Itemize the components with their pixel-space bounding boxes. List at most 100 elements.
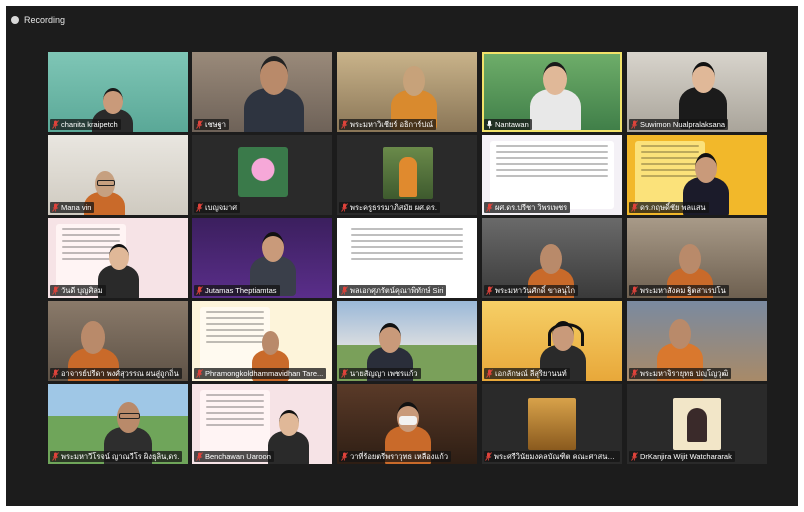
participant-nameplate: นายสัญญา เพชรแก้ว [339,368,421,379]
participant-nameplate: พระครูธรรมาภิสมัย ผศ.ดร. [339,202,441,213]
participant-nameplate: Nantawan [484,119,532,130]
mic-muted-icon [195,203,203,212]
participant-name: พระศรีวินัยมงคลบัณฑิต คณะศาสนาและปรั... [494,452,617,461]
participant-tile[interactable]: DrKanjira Wijit Watchararak [627,384,767,464]
participant-nameplate: Benchawan Uaroon [194,451,274,462]
mic-active-icon [485,120,493,129]
mic-muted-icon [195,120,203,129]
participant-name: พระมหาวิเชียร์ อธิการ์ปณ์ [350,120,434,129]
buddha-image [528,398,576,450]
participant-name: เอกลักษณ์ ลีสุริยานนท์ [495,369,567,378]
recording-dot-icon [11,16,19,24]
participant-tile[interactable]: พระมหาวิเชียร์ อธิการ์ปณ์ [337,52,477,132]
participant-name: ดร.กฤษดิ์ชัย พลแสน [640,203,706,212]
mic-muted-icon [485,452,492,461]
participant-name: พระมหาจิรายุทธ ปญฺโญวุฒิ [640,369,729,378]
participant-name: Benchawan Uaroon [205,452,271,461]
mic-muted-icon [485,286,493,295]
participant-name: เชษฐา [205,120,226,129]
participant-tile[interactable]: Mana vin [48,135,188,215]
participant-nameplate: DrKanjira Wijit Watchararak [629,451,735,462]
participant-name: เบญจมาศ [205,203,238,212]
mic-muted-icon [51,452,59,461]
participant-nameplate: พระมหาวีโรจน์ ญาณวีโร ผิงธุลิน,ดร. [50,451,183,462]
participant-nameplate: พระมหาวิเชียร์ อธิการ์ปณ์ [339,119,437,130]
participant-name: พระครูธรรมาภิสมัย ผศ.ดร. [350,203,438,212]
mic-muted-icon [51,120,59,129]
participant-nameplate: เชษฐา [194,119,229,130]
participant-name: พลเอกศุภรัตน์คุณาพิทักษ์ Siri [350,286,444,295]
participant-tile[interactable]: พระครูธรรมาภิสมัย ผศ.ดร. [337,135,477,215]
mic-muted-icon [340,452,348,461]
mic-muted-icon [630,120,638,129]
participant-nameplate: Jutamas Theptiamtas [194,285,280,296]
participant-tile[interactable]: พระมหาวีโรจน์ ญาณวีโร ผิงธุลิน,ดร. [48,384,188,464]
mic-muted-icon [51,203,59,212]
participant-name: วาที่ร้อยตรีพราวุทธ เหลืองแก้ว [350,452,449,461]
participant-tile[interactable]: วาที่ร้อยตรีพราวุทธ เหลืองแก้ว [337,384,477,464]
mic-muted-icon [195,286,203,295]
mic-muted-icon [195,369,203,378]
participant-nameplate: ดร.กฤษดิ์ชัย พลแสน [629,202,709,213]
mic-muted-icon [195,452,203,461]
mic-muted-icon [340,286,348,295]
participant-nameplate: Phramongkoldhammavidhan Tare... [194,368,327,379]
participant-nameplate: เบญจมาศ [194,202,241,213]
participant-tile[interactable]: พลเอกศุภรัตน์คุณาพิทักษ์ Siri [337,218,477,298]
participant-name: Suwimon Nualpralaksana [640,120,726,129]
mic-muted-icon [51,286,59,295]
participant-nameplate: เอกลักษณ์ ลีสุริยานนท์ [484,368,570,379]
participant-name: ผศ.ดร.ปรีชา วิพรเพชร [495,203,568,212]
participant-tile[interactable]: เชษฐา [192,52,332,132]
zoom-gallery-window: Recording chanita kraipetch เชษฐา พระมหาวิ… [6,6,798,506]
participant-nameplate: พระศรีวินัยมงคลบัณฑิต คณะศาสนาและปรั... [484,451,620,462]
participant-tile[interactable]: วันดี บุญศิลม [48,218,188,298]
participant-nameplate: วันดี บุญศิลม [50,285,106,296]
participant-tile[interactable]: Benchawan Uaroon [192,384,332,464]
participant-tile[interactable]: พระมหาจิรายุทธ ปญฺโญวุฒิ [627,301,767,381]
participant-name: DrKanjira Wijit Watchararak [640,452,732,461]
participant-tile[interactable]: พระมหาสังคม ฐิตสาเรปโน [627,218,767,298]
mic-muted-icon [630,203,638,212]
mic-muted-icon [340,203,348,212]
participant-tile[interactable]: เบญจมาศ [192,135,332,215]
participant-tile[interactable]: Phramongkoldhammavidhan Tare... [192,301,332,381]
lotus-image [238,147,288,197]
recording-label: Recording [24,15,66,25]
participant-tile[interactable]: Jutamas Theptiamtas [192,218,332,298]
participant-name: พระมหาวีโรจน์ ญาณวีโร ผิงธุลิน,ดร. [61,452,180,461]
shared-slide-thumbnail [200,390,270,458]
participant-tile[interactable]: ดร.กฤษดิ์ชัย พลแสน [627,135,767,215]
participant-nameplate: พระมหาวันศักดิ์ ขาลนุไก [484,285,579,296]
mic-muted-icon [51,369,59,378]
participant-nameplate: พลเอกศุภรัตน์คุณาพิทักษ์ Siri [339,285,447,296]
participant-tile[interactable]: เอกลักษณ์ ลีสุริยานนท์ [482,301,622,381]
participant-name: Mana vin [61,203,92,212]
participant-name: chanita kraipetch [61,120,118,129]
participant-nameplate: Suwimon Nualpralaksana [629,119,729,130]
participant-tile[interactable]: Suwimon Nualpralaksana [627,52,767,132]
mic-muted-icon [340,369,348,378]
participant-tile[interactable]: พระมหาวันศักดิ์ ขาลนุไก [482,218,622,298]
participant-tile[interactable]: พระศรีวินัยมงคลบัณฑิต คณะศาสนาและปรั... [482,384,622,464]
mic-muted-icon [630,286,638,295]
participant-nameplate: พระมหาสังคม ฐิตสาเรปโน [629,285,729,296]
shared-slide-thumbnail [490,141,614,209]
mic-muted-icon [485,369,493,378]
participant-nameplate: พระมหาจิรายุทธ ปญฺโญวุฒิ [629,368,732,379]
participant-name: อาจารย์ปรีดา พงศ์สุวรรณ ผนสู่ถูกถิ่น [61,369,179,378]
participant-name: Jutamas Theptiamtas [205,286,277,295]
participant-tile[interactable]: ผศ.ดร.ปรีชา วิพรเพชร [482,135,622,215]
shared-slide-thumbnail [345,224,469,292]
participant-tile[interactable]: นายสัญญา เพชรแก้ว [337,301,477,381]
mic-muted-icon [630,369,638,378]
participant-tile[interactable]: อาจารย์ปรีดา พงศ์สุวรรณ ผนสู่ถูกถิ่น [48,301,188,381]
monk-photo [383,147,433,199]
participant-nameplate: chanita kraipetch [50,119,121,130]
participant-tile[interactable]: chanita kraipetch [48,52,188,132]
participant-name: พระมหาสังคม ฐิตสาเรปโน [640,286,726,295]
participant-name: วันดี บุญศิลม [61,286,103,295]
participant-tile-active-speaker[interactable]: Nantawan [482,52,622,132]
participant-nameplate: ผศ.ดร.ปรีชา วิพรเพชร [484,202,571,213]
participant-name: Phramongkoldhammavidhan Tare... [205,369,324,378]
